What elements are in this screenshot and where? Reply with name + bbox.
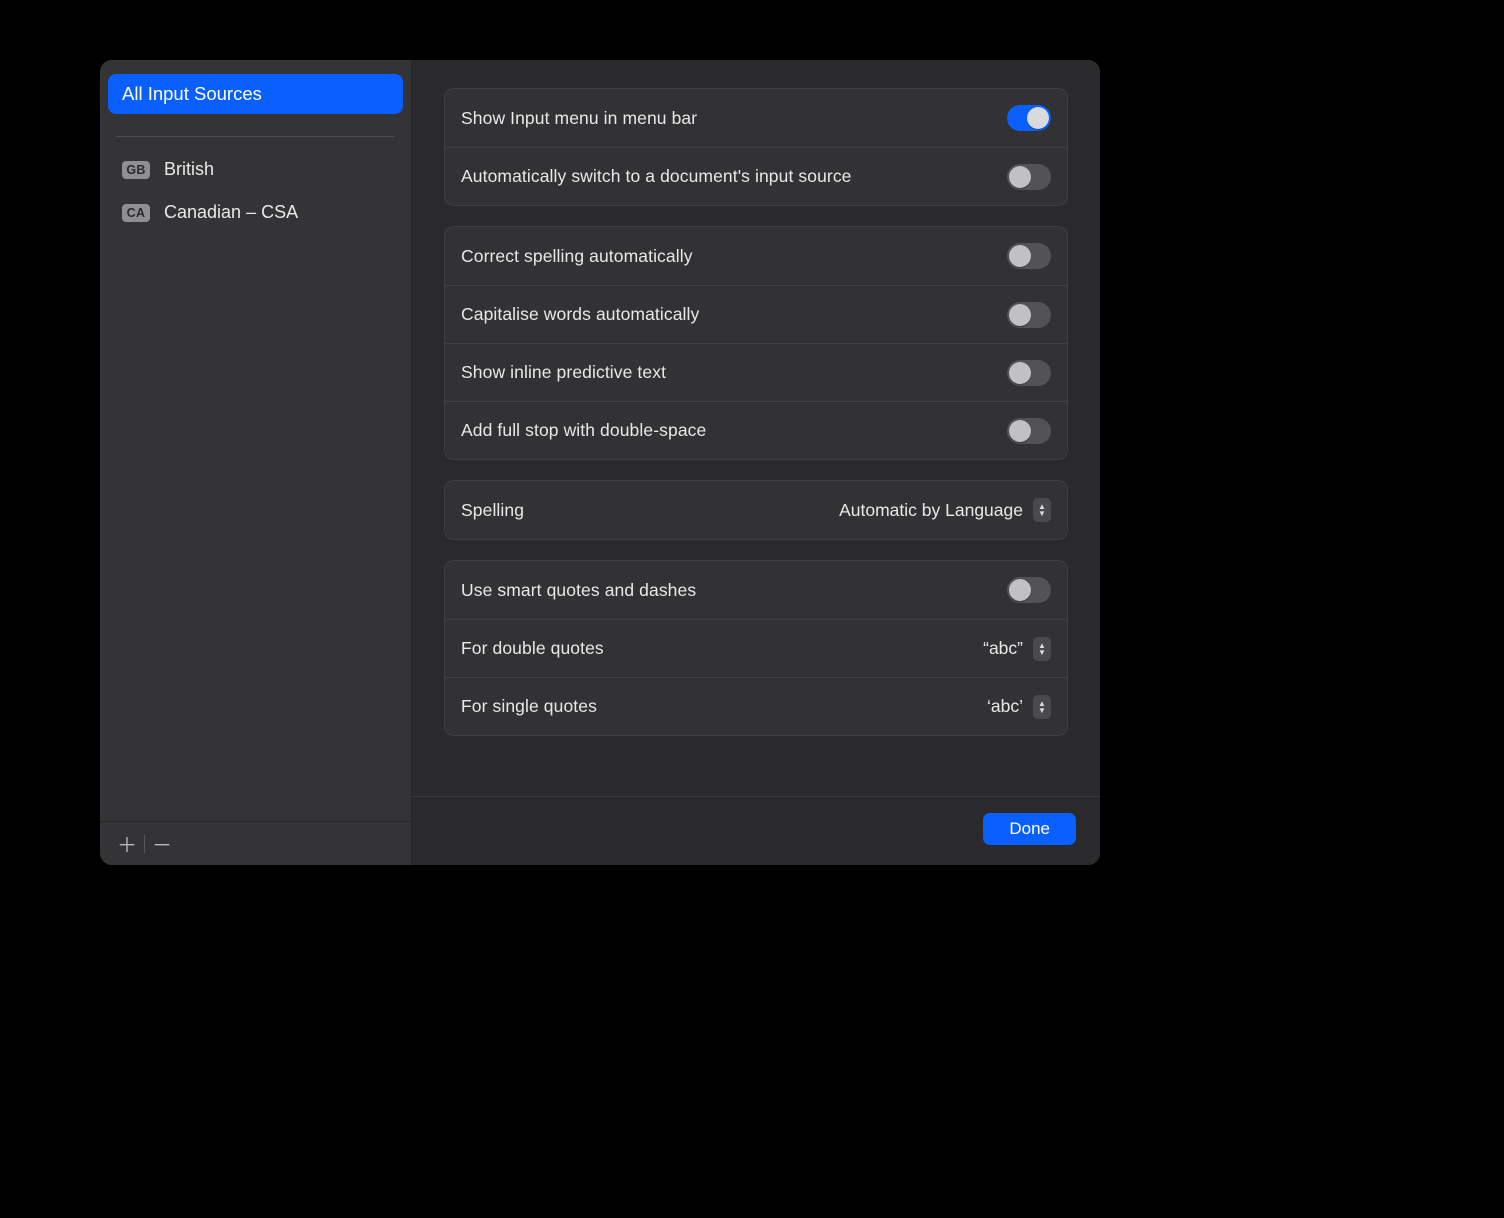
toggle-capitalise-words[interactable] (1007, 302, 1051, 328)
setting-label: Spelling (461, 500, 524, 521)
add-source-button[interactable]: ＋ (112, 829, 142, 859)
sidebar-footer: ＋ － (100, 821, 411, 865)
toggle-full-stop-double-space[interactable] (1007, 418, 1051, 444)
setting-label: Use smart quotes and dashes (461, 580, 696, 601)
setting-label: Show Input menu in menu bar (461, 108, 697, 129)
sidebar-top: All Input Sources GB British CA Canadian… (100, 60, 411, 821)
toggle-knob (1009, 304, 1031, 326)
setting-row: Show Input menu in menu bar (445, 89, 1067, 147)
setting-row: Automatically switch to a document's inp… (445, 147, 1067, 205)
toggle-knob (1009, 420, 1031, 442)
footer-separator (144, 835, 145, 853)
setting-label: Show inline predictive text (461, 362, 666, 383)
sidebar-item-source[interactable]: GB British (108, 151, 403, 188)
keyboard-region-icon: GB (122, 161, 150, 179)
setting-label: For single quotes (461, 696, 597, 717)
input-sources-window: All Input Sources GB British CA Canadian… (100, 60, 1100, 865)
setting-row: Use smart quotes and dashes (445, 561, 1067, 619)
spelling-popup[interactable]: Automatic by Language ▲▼ (839, 498, 1051, 522)
toggle-knob (1009, 166, 1031, 188)
bottom-bar: Done (412, 796, 1100, 865)
toggle-knob (1027, 107, 1049, 129)
sidebar-item-all-input-sources[interactable]: All Input Sources (108, 74, 403, 114)
setting-row: Add full stop with double-space (445, 401, 1067, 459)
popup-value: “abc” (983, 638, 1023, 659)
settings-group-spelling: Spelling Automatic by Language ▲▼ (444, 480, 1068, 540)
toggle-smart-quotes[interactable] (1007, 577, 1051, 603)
setting-row: Correct spelling automatically (445, 227, 1067, 285)
updown-icon: ▲▼ (1033, 498, 1051, 522)
toggle-knob (1009, 579, 1031, 601)
toggle-knob (1009, 362, 1031, 384)
updown-icon: ▲▼ (1033, 695, 1051, 719)
plus-icon: ＋ (117, 829, 137, 858)
done-button[interactable]: Done (983, 813, 1076, 845)
settings-content: Show Input menu in menu bar Automaticall… (412, 60, 1100, 796)
toggle-auto-switch-input-source[interactable] (1007, 164, 1051, 190)
remove-source-button[interactable]: － (147, 829, 177, 859)
setting-label: Correct spelling automatically (461, 246, 693, 267)
setting-row: Show inline predictive text (445, 343, 1067, 401)
updown-icon: ▲▼ (1033, 637, 1051, 661)
sidebar-item-label: British (164, 159, 214, 180)
sidebar-separator (116, 136, 395, 137)
setting-label: Capitalise words automatically (461, 304, 699, 325)
sidebar: All Input Sources GB British CA Canadian… (100, 60, 412, 865)
settings-group-text: Correct spelling automatically Capitalis… (444, 226, 1068, 460)
toggle-knob (1009, 245, 1031, 267)
sidebar-item-source[interactable]: CA Canadian – CSA (108, 194, 403, 231)
setting-label: For double quotes (461, 638, 604, 659)
settings-group-input-menu: Show Input menu in menu bar Automaticall… (444, 88, 1068, 206)
settings-group-quotes: Use smart quotes and dashes For double q… (444, 560, 1068, 736)
popup-value: Automatic by Language (839, 500, 1023, 521)
setting-label: Automatically switch to a document's inp… (461, 166, 852, 187)
main: Show Input menu in menu bar Automaticall… (412, 60, 1100, 865)
setting-row: Capitalise words automatically (445, 285, 1067, 343)
popup-value: ‘abc’ (987, 696, 1023, 717)
setting-row: For single quotes ‘abc’ ▲▼ (445, 677, 1067, 735)
setting-row: For double quotes “abc” ▲▼ (445, 619, 1067, 677)
setting-label: Add full stop with double-space (461, 420, 706, 441)
toggle-correct-spelling[interactable] (1007, 243, 1051, 269)
minus-icon: － (152, 829, 172, 858)
double-quotes-popup[interactable]: “abc” ▲▼ (983, 637, 1051, 661)
toggle-show-input-menu[interactable] (1007, 105, 1051, 131)
sidebar-item-label: Canadian – CSA (164, 202, 298, 223)
single-quotes-popup[interactable]: ‘abc’ ▲▼ (987, 695, 1051, 719)
keyboard-region-icon: CA (122, 204, 150, 222)
toggle-inline-predictive-text[interactable] (1007, 360, 1051, 386)
setting-row: Spelling Automatic by Language ▲▼ (445, 481, 1067, 539)
